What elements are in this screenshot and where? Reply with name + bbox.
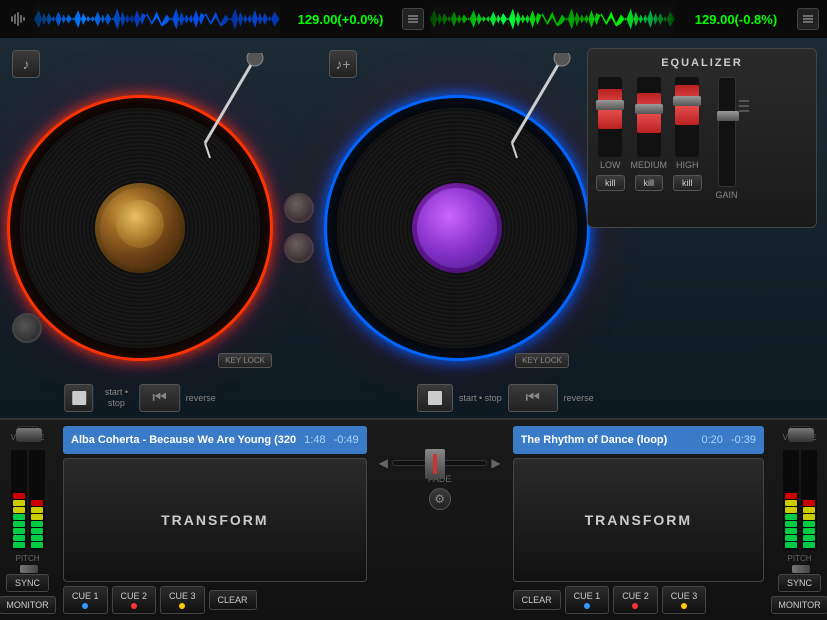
right-sidebar: VOLUME PITCH [772, 420, 827, 620]
eq-label-medium: MEDIUM [631, 160, 668, 170]
waveform-left[interactable] [34, 4, 280, 34]
track-time-remaining-right: -0:39 [731, 434, 756, 446]
settings-button[interactable]: ⚙ [429, 488, 451, 510]
track-name-left: Alba Coherta - Because We Are Young (320 [71, 434, 296, 446]
waveform-bar: 129.00(+0.0%) 129.00(-0.8%) [0, 0, 827, 38]
crossfader-handle[interactable] [425, 449, 445, 479]
deck-controls-right: start • stop ⏮ reverse [417, 384, 594, 412]
bpm-left: 129.00(+0.0%) [286, 12, 396, 27]
reverse-button-left[interactable]: ⏮ [139, 384, 179, 412]
music-icon-right[interactable]: ♪+ [329, 50, 357, 78]
cue-3-right[interactable]: CUE 3 [662, 586, 707, 614]
monitor-button-left[interactable]: MONITOR [0, 596, 56, 614]
key-lock-left[interactable]: KEY LOCK [218, 353, 272, 368]
waveform-right[interactable] [430, 4, 676, 34]
left-sidebar: VOLUME PITCH [0, 420, 55, 620]
eq-band-high: HIGH kill [673, 77, 702, 191]
reverse-label-left: reverse [186, 393, 216, 403]
eq-slider-medium[interactable] [637, 77, 661, 157]
monitor-button-right[interactable]: MONITOR [771, 596, 827, 614]
track-time-right: 0:20 [702, 434, 723, 446]
vu-meters-left [11, 450, 45, 550]
vinyl-label-right [412, 183, 502, 273]
deck-left: ♪ KEY LOCK [0, 38, 280, 418]
volume-fader-left[interactable] [18, 426, 38, 429]
transform-button-left[interactable]: TRANSFORM [63, 458, 367, 582]
sync-button-right[interactable]: SYNC [778, 574, 821, 592]
eq-label-high: HIGH [676, 160, 699, 170]
pitch-label-right: PITCH [788, 554, 812, 563]
equalizer-panel: EQUALIZER LOW kill MEDIUM kill [587, 48, 817, 228]
reverse-button-right[interactable]: ⏮ [508, 384, 558, 412]
eq-kill-high[interactable]: kill [673, 175, 702, 191]
track-name-right: The Rhythm of Dance (loop) [521, 434, 694, 446]
eq-title: EQUALIZER [596, 57, 808, 69]
tonearm-right [492, 53, 572, 163]
eq-slider-high[interactable] [675, 77, 699, 157]
clear-button-left[interactable]: CLEAR [209, 590, 257, 610]
eq-label-low: LOW [600, 160, 621, 170]
eq-label-gain: GAIN [716, 190, 738, 200]
crossfader-track[interactable] [392, 460, 488, 466]
bpm-sync-right[interactable] [797, 8, 819, 30]
cue-1-left[interactable]: CUE 1 [63, 586, 108, 614]
music-icon-left[interactable]: ♪ [12, 50, 40, 78]
crossfader-arrow-left[interactable]: ◀ [379, 456, 388, 470]
eq-band-medium: MEDIUM kill [631, 77, 668, 191]
cue-row-left: CUE 1 CUE 2 CUE 3 CLEAR [63, 586, 367, 614]
vu-meters-right [783, 450, 817, 550]
eq-gain-section: GAIN [716, 77, 738, 200]
stop-label-left: start • stop [99, 387, 133, 409]
deck-controls-left: start • stop ⏮ reverse [64, 384, 216, 412]
stop-button-right[interactable] [417, 384, 453, 412]
stop-label-right: start • stop [459, 393, 502, 404]
key-lock-right[interactable]: KEY LOCK [515, 353, 569, 368]
eq-band-low: LOW kill [596, 77, 625, 191]
eq-gain-slider[interactable] [718, 77, 736, 187]
transform-button-right[interactable]: TRANSFORM [513, 458, 764, 582]
bpm-right: 129.00(-0.8%) [681, 12, 791, 27]
turntable-section: ♪ KEY LOCK [0, 38, 827, 418]
cue-3-left[interactable]: CUE 3 [160, 586, 205, 614]
stop-button-left[interactable] [64, 384, 93, 412]
center-knob-2[interactable] [284, 233, 314, 263]
vinyl-label-left [95, 183, 185, 273]
center-knobs [280, 38, 317, 418]
cue-2-left[interactable]: CUE 2 [112, 586, 157, 614]
volume-fader-right[interactable] [790, 426, 810, 429]
pitch-fader-left[interactable] [21, 567, 35, 570]
eq-slider-low[interactable] [598, 77, 622, 157]
cue-row-right: CLEAR CUE 1 CUE 2 CUE 3 [513, 586, 764, 614]
track-time-left: 1:48 [304, 434, 325, 446]
waveform-left-icon [8, 9, 28, 29]
track-info-left: Alba Coherta - Because We Are Young (320… [63, 426, 367, 454]
track-info-right: The Rhythm of Dance (loop) 0:20 -0:39 [513, 426, 764, 454]
center-mixer: ◀ ▶ FADE ⚙ [375, 420, 505, 620]
reverse-label-right: reverse [564, 393, 594, 403]
clear-button-right[interactable]: CLEAR [513, 590, 561, 610]
pitch-label-left: PITCH [16, 554, 40, 563]
bpm-sync-left[interactable] [402, 8, 424, 30]
cue-1-right[interactable]: CUE 1 [565, 586, 610, 614]
eq-kill-medium[interactable]: kill [635, 175, 664, 191]
center-knob-1[interactable] [284, 193, 314, 223]
track-time-remaining-left: -0:49 [334, 434, 359, 446]
crossfader-section: ◀ ▶ [379, 456, 501, 470]
cue-2-right[interactable]: CUE 2 [613, 586, 658, 614]
pitch-fader-right[interactable] [793, 567, 807, 570]
tonearm-left [185, 53, 265, 163]
crossfader-arrow-right[interactable]: ▶ [491, 456, 500, 470]
pitch-knob-left[interactable] [12, 313, 42, 343]
mixer-section: VOLUME PITCH [0, 418, 827, 620]
mixer-right: The Rhythm of Dance (loop) 0:20 -0:39 TR… [505, 420, 772, 620]
eq-kill-low[interactable]: kill [596, 175, 625, 191]
sync-button-left[interactable]: SYNC [6, 574, 49, 592]
mixer-left: Alba Coherta - Because We Are Young (320… [55, 420, 375, 620]
